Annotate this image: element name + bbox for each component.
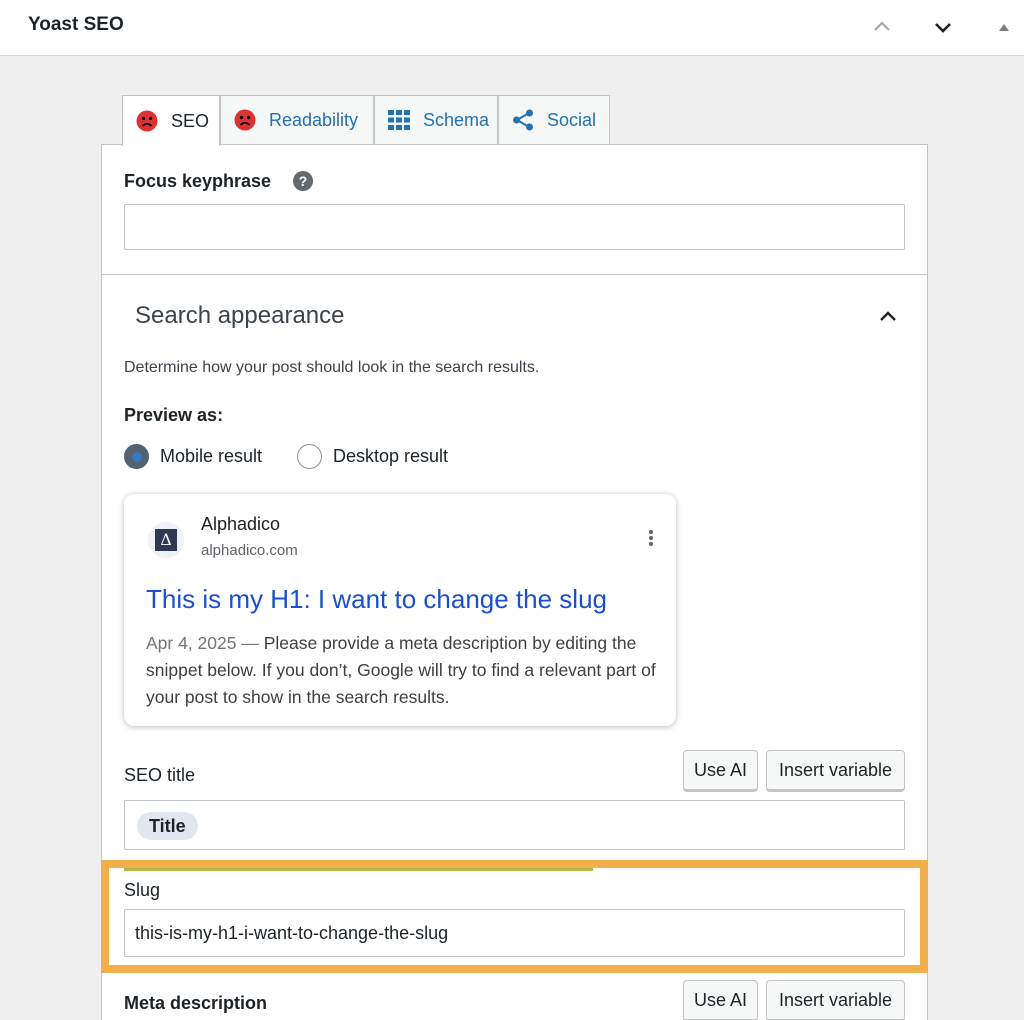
meta-description-label: Meta description — [124, 993, 268, 1013]
move-up-button[interactable] — [867, 12, 897, 42]
seo-title-input[interactable] — [124, 800, 905, 850]
snippet-date: Apr 4, 2025 — [146, 633, 237, 653]
snippet-preview-card[interactable]: Δ Alphadico alphadico.com This is my H1:… — [124, 494, 676, 726]
seo-title-use-ai-button[interactable]: Use AI — [683, 750, 758, 792]
chevron-down-icon — [935, 23, 951, 33]
site-logo-icon: Δ — [155, 529, 177, 551]
collapse-button[interactable] — [876, 305, 900, 329]
tab-seo[interactable]: SEO — [122, 95, 220, 146]
tab-social[interactable]: Social — [498, 95, 610, 144]
seo-title-insert-variable-button[interactable]: Insert variable — [766, 750, 905, 792]
snippet-site-name: Alphadico — [201, 514, 281, 534]
tab-readability[interactable]: Readability — [220, 95, 374, 144]
triangle-up-icon — [999, 24, 1009, 31]
preview-as-label: Preview as: — [124, 405, 224, 425]
desktop-result-radio[interactable] — [297, 444, 322, 469]
snippet-title[interactable]: This is my H1: I want to change the slug — [146, 584, 607, 615]
section-divider — [101, 274, 928, 275]
snippet-site-url: alphadico.com — [201, 542, 298, 559]
more-options-icon — [646, 530, 656, 550]
snippet-separator: — — [241, 633, 259, 653]
tab-seo-label: SEO — [171, 110, 210, 131]
grid-icon — [387, 108, 411, 132]
sad-face-icon — [135, 109, 159, 133]
chevron-up-icon — [880, 311, 896, 321]
tab-schema[interactable]: Schema — [374, 95, 498, 144]
mobile-result-label[interactable]: Mobile result — [160, 446, 262, 467]
search-appearance-description: Determine how your post should look in t… — [124, 359, 540, 376]
toggle-panel-button[interactable] — [989, 12, 1019, 42]
sad-face-icon — [233, 108, 257, 132]
focus-keyphrase-input[interactable] — [124, 204, 905, 250]
metabox-header: Yoast SEO — [0, 0, 1024, 56]
help-icon[interactable]: ? — [293, 171, 313, 191]
tab-social-label: Social — [547, 109, 597, 130]
title-variable-chip[interactable]: Title — [137, 812, 198, 840]
chevron-up-icon — [874, 21, 890, 31]
snippet-description-block: Apr 4, 2025 — Please provide a meta desc… — [146, 630, 658, 711]
site-favicon: Δ — [148, 522, 184, 558]
slug-highlight-frame — [101, 860, 928, 973]
desktop-result-label[interactable]: Desktop result — [333, 446, 448, 467]
mobile-result-radio[interactable] — [124, 444, 149, 469]
seo-title-label: SEO title — [124, 765, 196, 785]
meta-description-insert-variable-button[interactable]: Insert variable — [766, 980, 905, 1020]
search-appearance-heading[interactable]: Search appearance — [135, 302, 344, 330]
tab-readability-label: Readability — [269, 109, 359, 130]
tab-schema-label: Schema — [423, 109, 490, 130]
focus-keyphrase-label: Focus keyphrase — [124, 171, 272, 191]
meta-description-use-ai-button[interactable]: Use AI — [683, 980, 758, 1020]
move-down-button[interactable] — [928, 12, 958, 42]
share-icon — [511, 108, 535, 132]
metabox-title: Yoast SEO — [28, 14, 124, 35]
